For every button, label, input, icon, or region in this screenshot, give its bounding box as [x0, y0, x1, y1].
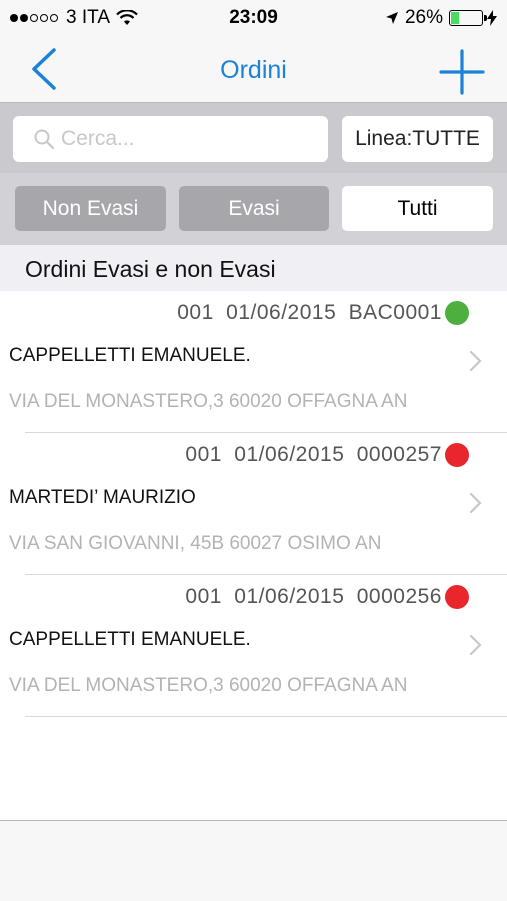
navigation-bar: Ordini [0, 36, 507, 103]
battery-percent: 26% [404, 7, 443, 28]
bottom-toolbar [0, 820, 507, 901]
order-address: VIA SAN GIOVANNI, 45B 60027 OSIMO AN [9, 533, 382, 554]
status-bar: 3 ITA 23:09 26% [0, 0, 507, 36]
segment-tutti[interactable]: Tutti [342, 186, 493, 231]
search-input[interactable]: Cerca... [13, 116, 328, 162]
charging-bolt-icon [487, 10, 497, 26]
search-bar-area: Cerca... Linea:TUTTE [0, 103, 507, 173]
filter-segmented-control: Non Evasi Evasi Tutti [0, 173, 507, 245]
order-date: 01/06/2015 [234, 443, 345, 466]
section-header: Ordini Evasi e non Evasi [0, 245, 507, 291]
segment-evasi[interactable]: Evasi [179, 186, 329, 231]
order-number: 0000256 [356, 585, 442, 608]
page-title: Ordini [220, 56, 287, 84]
order-address: VIA DEL MONASTERO,3 60020 OFFAGNA AN [9, 391, 408, 412]
section-title: Ordini Evasi e non Evasi [25, 256, 276, 282]
order-customer: CAPPELLETTI EMANUELE. [9, 629, 251, 650]
linea-filter-button[interactable]: Linea:TUTTE [342, 116, 493, 162]
status-right: 26% [385, 7, 497, 29]
row-divider [25, 716, 507, 717]
order-status-dot [445, 301, 469, 325]
order-code: 001 [185, 443, 222, 466]
chevron-right-icon [469, 492, 482, 514]
order-row[interactable]: 001 01/06/2015 0000257 MARTEDI’ MAURIZIO… [0, 433, 507, 575]
search-icon [34, 129, 55, 150]
order-status-dot [445, 443, 469, 467]
add-order-plus-icon[interactable] [439, 49, 485, 95]
order-date: 01/06/2015 [234, 585, 345, 608]
order-row[interactable]: 001 01/06/2015 0000256 CAPPELLETTI EMANU… [0, 575, 507, 717]
order-date: 01/06/2015 [226, 301, 337, 324]
order-meta: 001 01/06/2015 0000257 [185, 443, 442, 467]
chevron-right-icon [469, 350, 482, 372]
order-row[interactable]: 001 01/06/2015 BAC0001 CAPPELLETTI EMANU… [0, 291, 507, 433]
search-placeholder: Cerca... [61, 127, 135, 150]
order-code: 001 [185, 585, 222, 608]
order-number: 0000257 [356, 443, 442, 466]
order-meta: 001 01/06/2015 BAC0001 [177, 301, 442, 325]
segment-non-evasi[interactable]: Non Evasi [15, 186, 166, 231]
order-number: BAC0001 [348, 301, 442, 324]
order-customer: MARTEDI’ MAURIZIO [9, 487, 196, 508]
order-status-dot [445, 585, 469, 609]
order-meta: 001 01/06/2015 0000256 [185, 585, 442, 609]
battery-icon [449, 10, 487, 26]
order-customer: CAPPELLETTI EMANUELE. [9, 345, 251, 366]
order-address: VIA DEL MONASTERO,3 60020 OFFAGNA AN [9, 675, 408, 696]
chevron-right-icon [469, 634, 482, 656]
order-code: 001 [177, 301, 214, 324]
location-arrow-icon [385, 12, 398, 24]
